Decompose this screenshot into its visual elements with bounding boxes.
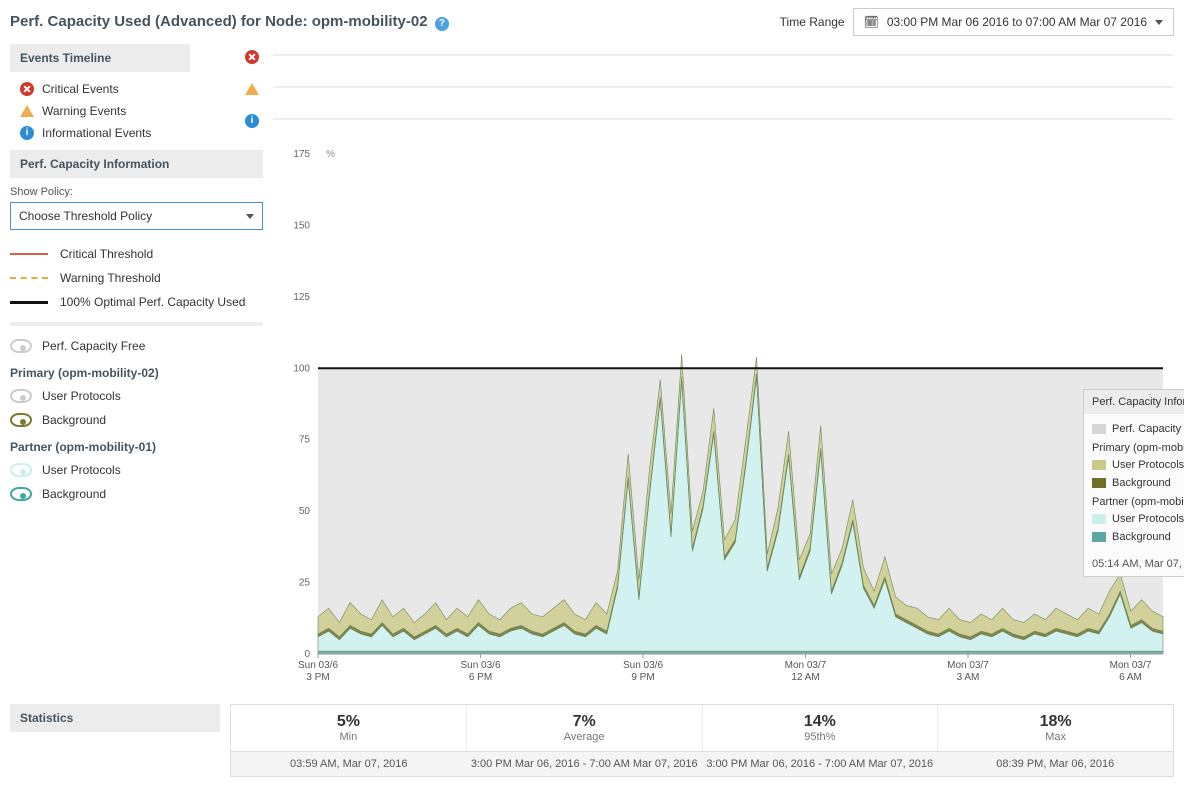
svg-text:Sun 03/6: Sun 03/6 (623, 660, 663, 671)
show-policy-label: Show Policy: (10, 178, 263, 202)
svg-text:12 AM: 12 AM (791, 672, 819, 683)
stat-95th: 14% 95th% (703, 705, 939, 751)
legend-warning-threshold: Warning Threshold (10, 266, 263, 290)
events-timeline-header: Events Timeline (10, 44, 190, 72)
stat-max: 18% Max (938, 705, 1173, 751)
legend-warning-events[interactable]: Warning Events (20, 100, 231, 122)
svg-text:175: 175 (293, 149, 310, 160)
time-range-value: 03:00 PM Mar 06 2016 to 07:00 AM Mar 07 … (887, 15, 1147, 29)
svg-text:Mon 03/7: Mon 03/7 (1110, 660, 1152, 671)
statistics-header: Statistics (10, 704, 220, 732)
primary-node-header: Primary (opm-mobility-02) (10, 358, 263, 384)
svg-text:0: 0 (304, 649, 310, 660)
threshold-policy-dropdown[interactable]: Choose Threshold Policy (10, 202, 263, 230)
svg-text:3 AM: 3 AM (957, 672, 980, 683)
help-icon[interactable]: ? (435, 17, 449, 31)
legend-optimal-threshold: 100% Optimal Perf. Capacity Used (10, 290, 263, 314)
svg-text:Mon 03/7: Mon 03/7 (947, 660, 989, 671)
eye-icon (10, 339, 32, 353)
legend-info-events[interactable]: i Informational Events (20, 122, 231, 144)
timeline-info-marker[interactable]: i (245, 114, 259, 128)
timeline-warning-marker[interactable] (245, 83, 259, 95)
svg-text:125: 125 (293, 292, 310, 303)
toggle-primary-user-protocols[interactable]: User Protocols (10, 384, 263, 408)
perf-capacity-chart[interactable]: 0255075100125150175%Sun 03/63 PMSun 03/6… (273, 44, 1174, 694)
partner-node-header: Partner (opm-mobility-01) (10, 432, 263, 458)
svg-text:6 AM: 6 AM (1119, 672, 1142, 683)
toggle-partner-background[interactable]: Background (10, 482, 263, 506)
stat-average: 7% Average (467, 705, 703, 751)
time-range-label: Time Range (780, 15, 845, 29)
chevron-down-icon (1155, 20, 1163, 25)
svg-text:%: % (326, 149, 335, 160)
timeline-critical-marker[interactable] (245, 50, 259, 64)
info-icon: i (20, 126, 34, 140)
legend-critical-events[interactable]: Critical Events (20, 78, 231, 100)
svg-text:150: 150 (293, 220, 310, 231)
eye-icon (10, 487, 32, 501)
eye-icon (10, 413, 32, 427)
svg-text:75: 75 (299, 435, 311, 446)
perf-info-header: Perf. Capacity Information (10, 150, 263, 178)
svg-text:25: 25 (299, 578, 311, 589)
legend-critical-threshold: Critical Threshold (10, 242, 263, 266)
svg-text:6 PM: 6 PM (469, 672, 492, 683)
chart-tooltip: Perf. Capacity Information Perf. Capacit… (1083, 389, 1184, 577)
svg-text:3 PM: 3 PM (306, 672, 329, 683)
svg-text:50: 50 (299, 506, 311, 517)
toggle-capacity-free[interactable]: Perf. Capacity Free (10, 334, 263, 358)
svg-text:100: 100 (293, 363, 310, 374)
time-range-picker[interactable]: 🗓 03:00 PM Mar 06 2016 to 07:00 AM Mar 0… (853, 8, 1174, 36)
svg-text:9 PM: 9 PM (631, 672, 654, 683)
svg-text:Mon 03/7: Mon 03/7 (785, 660, 827, 671)
eye-icon (10, 463, 32, 477)
svg-text:Sun 03/6: Sun 03/6 (298, 660, 338, 671)
stat-min: 5% Min (231, 705, 467, 751)
toggle-partner-user-protocols[interactable]: User Protocols (10, 458, 263, 482)
critical-icon (20, 82, 34, 96)
eye-icon (10, 389, 32, 403)
chevron-down-icon (246, 214, 254, 219)
svg-text:Sun 03/6: Sun 03/6 (460, 660, 500, 671)
warning-icon (20, 105, 34, 117)
calendar-icon: 🗓 (864, 15, 879, 29)
statistics-table: 5% Min 7% Average 14% 95th% 18% Max 03:5… (230, 704, 1174, 777)
toggle-primary-background[interactable]: Background (10, 408, 263, 432)
page-title: Perf. Capacity Used (Advanced) for Node:… (10, 13, 428, 30)
